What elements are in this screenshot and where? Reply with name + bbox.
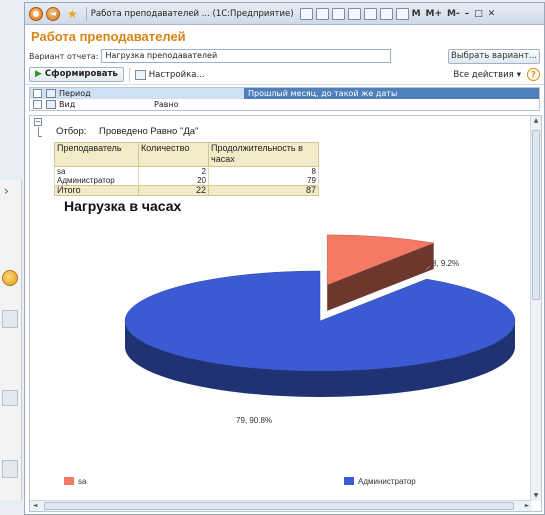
pie-slice-Администратор[interactable] xyxy=(124,270,516,372)
data-label-sa: 8, 9.2% xyxy=(432,259,459,268)
scroll-thumb[interactable] xyxy=(2,390,18,406)
choose-variant-button[interactable]: Выбрать вариант... xyxy=(448,48,540,64)
star-icon[interactable]: ★ xyxy=(67,7,78,21)
settings-button[interactable]: Настройка... xyxy=(134,69,205,80)
form-title: Работа преподавателей xyxy=(31,29,186,44)
background-window-strip: › xyxy=(0,180,22,500)
calculator-icon[interactable] xyxy=(379,7,393,20)
app-menu-icon[interactable]: ● xyxy=(29,6,43,21)
legend-label-sa: sa xyxy=(78,477,87,486)
dropdown-icon: ▾ xyxy=(516,69,521,80)
data-label-admin: 79, 90.8% xyxy=(236,416,272,425)
settings-table: Период Прошлый месяц, до такой же даты В… xyxy=(29,87,540,111)
save-icon[interactable] xyxy=(299,7,313,20)
period-checkbox[interactable] xyxy=(33,88,42,98)
vertical-scroll-thumb[interactable] xyxy=(532,130,540,300)
preview-icon[interactable] xyxy=(331,7,345,20)
settings-icon xyxy=(134,69,146,80)
scroll-down-button[interactable] xyxy=(2,460,18,478)
memory-minus-button[interactable]: M- xyxy=(447,9,460,19)
kind-value[interactable] xyxy=(244,99,539,110)
memory-button[interactable]: M xyxy=(412,9,421,19)
generate-button[interactable]: ▶ Сформировать xyxy=(29,67,124,82)
report-output: − Отбор: Проведено Равно "Да" Преподават… xyxy=(29,115,542,512)
settings-row-period[interactable]: Период Прошлый месяц, до такой же даты xyxy=(30,87,539,99)
coin-icon xyxy=(2,270,18,286)
kind-icon xyxy=(46,100,56,109)
calendar-icon[interactable] xyxy=(395,7,409,20)
legend-label-Администратор: Администратор xyxy=(358,477,416,486)
print-icon[interactable] xyxy=(315,7,329,20)
minimize-button[interactable]: – xyxy=(465,9,470,19)
legend-swatch-sa xyxy=(64,477,74,485)
back-icon[interactable]: ◄ xyxy=(46,6,60,21)
scroll-right-icon[interactable]: ► xyxy=(522,501,532,511)
restore-button[interactable]: □ xyxy=(474,9,483,19)
command-bar: ▶ Сформировать Настройка... Все действия… xyxy=(25,65,544,85)
period-icon xyxy=(46,88,56,98)
settings-row-kind[interactable]: Вид Равно xyxy=(30,99,539,110)
horizontal-scrollbar[interactable]: ◄ ► xyxy=(30,500,532,511)
report-window: ● ◄ ★ Работа преподавателей ... (1С:Пред… xyxy=(24,2,545,515)
window-title: Работа преподавателей ... (1С:Предприяти… xyxy=(90,8,294,19)
vertical-scrollbar[interactable]: ▲ ▼ xyxy=(530,116,541,501)
period-value[interactable]: Прошлый месяц, до такой же даты xyxy=(244,87,539,99)
scroll-down-icon[interactable]: ▼ xyxy=(531,491,541,501)
legend-swatch-Администратор xyxy=(344,477,354,485)
table-icon[interactable] xyxy=(363,7,377,20)
favorites-icon[interactable] xyxy=(347,7,361,20)
chevron-right-icon[interactable]: › xyxy=(4,184,18,200)
scroll-up-button[interactable] xyxy=(2,310,18,328)
kind-checkbox[interactable] xyxy=(33,100,42,109)
horizontal-scroll-thumb[interactable] xyxy=(44,502,514,510)
variant-label: Вариант отчета: xyxy=(29,51,99,61)
variant-field[interactable]: Нагрузка преподавателей xyxy=(101,49,392,63)
help-icon[interactable]: ? xyxy=(527,68,540,81)
scroll-left-icon[interactable]: ◄ xyxy=(30,501,40,511)
memory-plus-button[interactable]: M+ xyxy=(426,9,443,19)
play-icon: ▶ xyxy=(35,69,42,79)
close-button[interactable]: ✕ xyxy=(488,9,496,19)
scroll-up-icon[interactable]: ▲ xyxy=(531,116,541,126)
all-actions-menu[interactable]: Все действия ▾ ? xyxy=(453,68,540,81)
pie-chart: 8, 9.2% 79, 90.8% sa Администратор xyxy=(64,234,516,486)
title-bar: ● ◄ ★ Работа преподавателей ... (1С:Пред… xyxy=(25,3,544,25)
variant-row: Вариант отчета: Нагрузка преподавателей … xyxy=(25,47,544,65)
